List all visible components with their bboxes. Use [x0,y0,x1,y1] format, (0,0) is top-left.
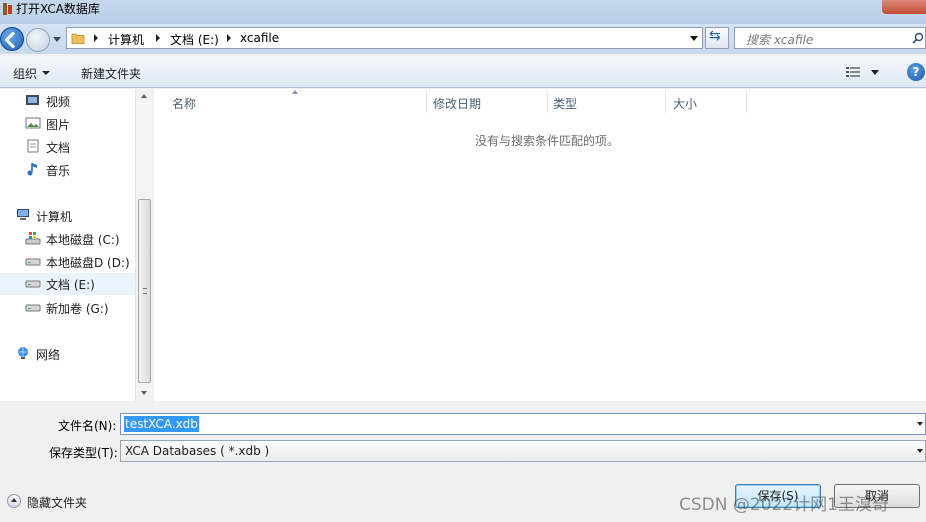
empty-list-message: 没有与搜索条件匹配的项。 [475,134,620,148]
command-toolbar: 组织 新建文件夹 ? [0,56,926,88]
refresh-button[interactable]: ⇆ [705,27,729,49]
column-header-label: 名称 [172,97,197,111]
breadcrumb-separator[interactable] [156,34,160,42]
breadcrumb-separator[interactable] [94,34,98,42]
grip-icon [143,288,147,294]
nav-item-drive-d[interactable]: 本地磁盘D (D:) [25,251,135,273]
nav-item-documents[interactable]: 文档 [25,136,135,158]
save-form: 文件名(N): testXCA.xdb 保存类型(T): XCA Databas… [0,401,926,522]
address-dropdown-icon[interactable] [690,36,698,41]
nav-item-label: 文档 [46,141,71,155]
nav-item-label: 音乐 [46,164,71,178]
chevron-down-icon[interactable] [917,422,923,426]
recent-locations-button[interactable] [53,37,61,42]
network-icon [18,347,28,359]
nav-item-label: 视频 [46,95,71,109]
chevron-up-icon[interactable] [7,494,21,508]
documents-library-icon [27,139,39,153]
sort-ascending-icon [292,90,298,94]
nav-item-music[interactable]: 音乐 [25,159,135,181]
drive-icon [25,280,41,288]
column-header-label: 类型 [553,97,578,111]
view-details-icon[interactable] [846,66,860,78]
filetype-value: XCA Databases ( *.xdb ) [125,444,270,458]
filetype-select[interactable]: XCA Databases ( *.xdb ) [120,440,926,462]
cancel-button[interactable]: 取消 [834,484,920,508]
chevron-down-icon[interactable] [917,449,923,453]
column-header-name[interactable]: 名称 [154,89,426,115]
nav-item-drive-c[interactable]: 本地磁盘 (C:) [25,228,135,250]
close-button[interactable] [882,0,926,14]
breadcrumb-drive-e[interactable]: 文档 (E:) [170,31,219,48]
scroll-up-icon[interactable] [141,94,147,98]
nav-item-drive-g[interactable]: 新加卷 (G:) [25,297,135,319]
column-header-label: 修改日期 [433,97,482,111]
filename-label: 文件名(N): [58,419,117,433]
filename-field[interactable]: testXCA.xdb [120,413,926,435]
column-header-label: 大小 [673,97,698,111]
nav-item-label: 本地磁盘 (C:) [46,233,120,247]
music-library-icon [27,163,37,176]
computer-icon [17,209,29,220]
breadcrumb-xcafile[interactable]: xcafile [240,31,279,45]
nav-item-computer[interactable]: 计算机 [15,205,135,227]
column-header-type[interactable]: 类型 [548,89,665,115]
nav-item-label: 图片 [46,118,71,132]
breadcrumb-separator[interactable] [227,34,231,42]
column-header-modified[interactable]: 修改日期 [427,89,547,115]
column-header-size[interactable]: 大小 [666,89,746,115]
filename-value[interactable]: testXCA.xdb [124,416,199,432]
save-button[interactable]: 保存(S) [735,484,821,508]
nav-item-label: 本地磁盘D (D:) [46,256,130,270]
nav-item-label: 新加卷 (G:) [46,302,109,316]
video-library-icon [26,95,39,105]
nav-item-pictures[interactable]: 图片 [25,113,135,135]
app-icon [3,3,12,15]
help-icon[interactable]: ? [907,63,925,81]
refresh-icon: ⇆ [709,28,721,44]
column-divider[interactable] [746,91,747,113]
chevron-down-icon[interactable] [42,71,50,75]
hide-folders-label[interactable]: 隐藏文件夹 [27,494,87,511]
navigation-pane: 视频 图片 文档 音乐 计算机 本地磁盘 (C:) 本地磁盘D (D:) 文档 … [0,89,152,401]
folder-icon [71,33,85,44]
drive-icon [25,304,41,312]
navigation-pane-scrollbar[interactable] [135,89,152,401]
filetype-label: 保存类型(T): [49,446,118,460]
back-button[interactable] [0,27,24,51]
window-title: 打开XCA数据库 [16,2,100,16]
forward-button[interactable] [26,28,50,52]
navigation-bar: 计算机 文档 (E:) xcafile ⇆ 搜索 xcafile [0,24,926,54]
view-options-dropdown[interactable] [871,70,879,75]
nav-item-drive-e[interactable]: 文档 (E:) [0,273,135,295]
nav-item-label: 网络 [36,348,61,362]
file-list: 名称 修改日期 类型 大小 没有与搜索条件匹配的项。 [154,89,926,401]
search-icon[interactable] [912,32,924,44]
breadcrumb-computer[interactable]: 计算机 [108,31,144,48]
nav-item-network[interactable]: 网络 [15,343,135,365]
drive-icon [25,258,41,266]
scrollbar-thumb[interactable] [138,199,151,383]
organize-menu[interactable]: 组织 [13,65,37,82]
new-folder-button[interactable]: 新建文件夹 [81,65,141,82]
address-bar[interactable]: 计算机 文档 (E:) xcafile [66,27,703,49]
pictures-library-icon [25,117,41,129]
scroll-down-icon[interactable] [141,391,147,395]
system-drive-icon [25,232,41,245]
nav-item-label: 文档 (E:) [46,278,95,292]
search-input[interactable]: 搜索 xcafile [746,31,813,48]
title-bar: 打开XCA数据库 [0,0,926,24]
search-box[interactable]: 搜索 xcafile [734,27,926,49]
nav-item-videos[interactable]: 视频 [25,90,135,112]
nav-item-label: 计算机 [36,210,73,224]
